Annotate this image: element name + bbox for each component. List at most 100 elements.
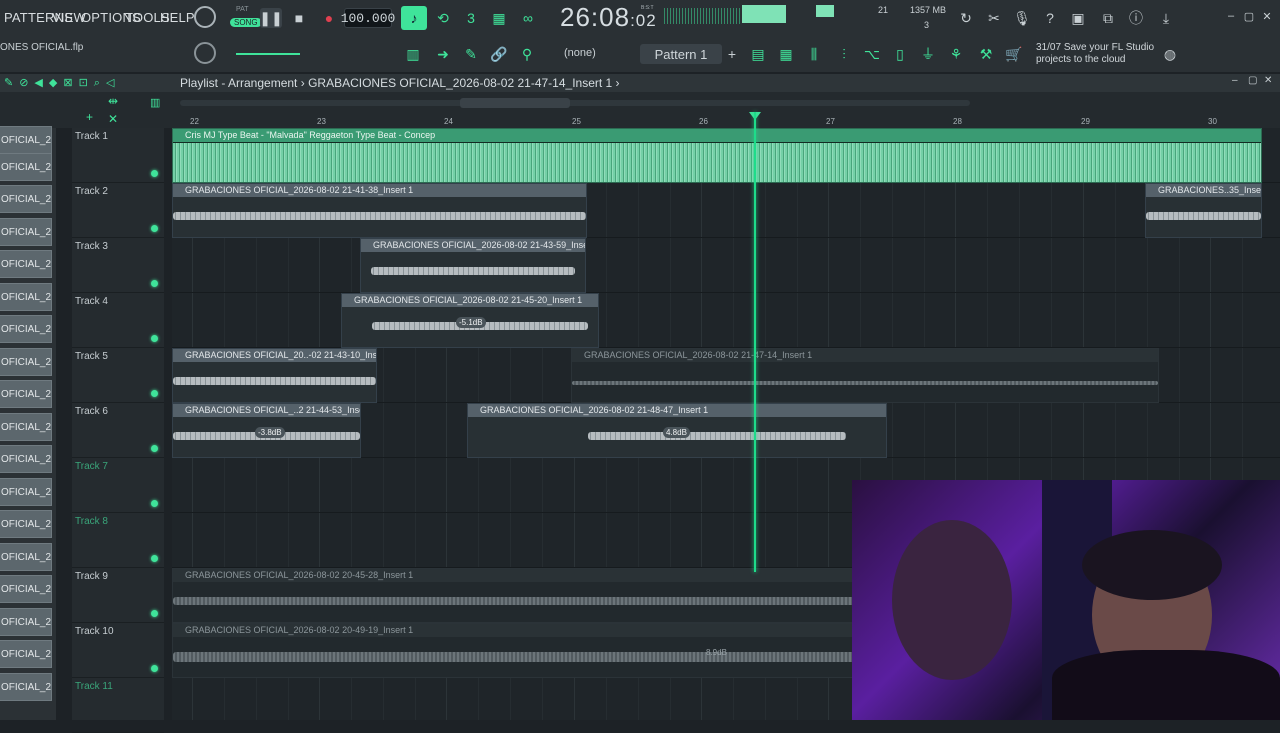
clip-gain-badge[interactable]: 8.9dB bbox=[703, 647, 730, 658]
audio-clip[interactable]: GRABACIONES OFICIAL_2026-08-02 21-48-47_… bbox=[467, 403, 887, 458]
picker-item[interactable]: OFICIAL_20.. bbox=[0, 348, 52, 376]
song-mode-toggle[interactable]: SONG bbox=[230, 18, 262, 27]
scroll-thumb[interactable] bbox=[460, 98, 570, 108]
add-pattern-button[interactable]: + bbox=[724, 44, 740, 64]
audio-clip-muted[interactable]: GRABACIONES OFICIAL_2026-08-02 21-47-14_… bbox=[571, 348, 1159, 403]
track-enable-icon[interactable] bbox=[151, 665, 158, 672]
mixer-button[interactable]: ⫼ bbox=[804, 44, 824, 64]
master-pitch-knob[interactable] bbox=[194, 42, 216, 64]
cut-button[interactable]: ✂ bbox=[984, 8, 1004, 28]
track-header[interactable]: Track 4 bbox=[72, 293, 164, 348]
metronome-button[interactable]: ♪ bbox=[401, 6, 427, 30]
pattern-selector[interactable]: Pattern 1 bbox=[640, 44, 722, 64]
arrow-tool-button[interactable]: ➜ bbox=[432, 44, 454, 64]
track-enable-icon[interactable] bbox=[151, 280, 158, 287]
clip-gain-badge[interactable]: -3.8dB bbox=[255, 427, 285, 438]
track-header[interactable]: Track 8 bbox=[72, 513, 164, 568]
stamp-button[interactable]: ⚲ bbox=[516, 44, 538, 64]
track-lane[interactable] bbox=[172, 238, 1280, 293]
plugin-picker-button[interactable]: ⏚ bbox=[918, 44, 938, 64]
picker-item[interactable]: OFICIAL_20.. bbox=[0, 608, 52, 636]
audio-clip[interactable]: GRABACIONES OFICIAL_2026-08-02 21-43-59_… bbox=[360, 238, 586, 293]
link-button[interactable]: 🔗 bbox=[488, 44, 510, 64]
countdown-button[interactable]: 3 bbox=[460, 8, 482, 28]
pat-mode-label[interactable]: PAT bbox=[236, 6, 249, 13]
audio-clip-muted[interactable]: GRABACIONES OFICIAL_2026-08-02 20-45-28_… bbox=[172, 568, 872, 623]
audio-clip[interactable]: GRABACIONES OFICIAL_20..-02 21-43-10_Ins… bbox=[172, 348, 377, 403]
undo-button[interactable]: ↻ bbox=[956, 8, 976, 28]
playlist-button[interactable]: ▤ bbox=[748, 44, 768, 64]
loop-record-button[interactable]: ∞ bbox=[516, 8, 540, 28]
close-button[interactable]: ✕ bbox=[1260, 8, 1274, 24]
maximize-button[interactable]: ▢ bbox=[1242, 8, 1256, 24]
picker-item[interactable]: OFICIAL_20.. bbox=[0, 380, 52, 408]
zoom-icon[interactable]: ⇹ bbox=[108, 94, 118, 108]
close-icon[interactable]: ✕ bbox=[108, 112, 118, 126]
menu-help[interactable]: HELP bbox=[160, 10, 195, 25]
world-button[interactable]: ◍ bbox=[1160, 44, 1180, 64]
playlist-maximize-icon[interactable]: ▢ bbox=[1248, 75, 1257, 86]
tempo-display[interactable]: 100.000 bbox=[341, 8, 395, 28]
track-header[interactable]: Track 11 bbox=[72, 678, 164, 733]
track-enable-icon[interactable] bbox=[151, 610, 158, 617]
track-header[interactable]: Track 6 bbox=[72, 403, 164, 458]
track-header[interactable]: Track 5 bbox=[72, 348, 164, 403]
picker-item[interactable]: OFICIAL_20.. bbox=[0, 510, 52, 538]
audio-clip-muted[interactable]: GRABACIONES OFICIAL_2026-08-02 20-49-19_… bbox=[172, 623, 872, 678]
picker-item[interactable]: OFICIAL_20.. bbox=[0, 640, 52, 668]
picker-item[interactable]: OFICIAL_20.. bbox=[0, 478, 52, 506]
plugin-button[interactable]: ⧉ bbox=[1098, 8, 1118, 28]
track-header[interactable]: Track 10 bbox=[72, 623, 164, 678]
picker-item[interactable]: OFICIAL_20.. bbox=[0, 283, 52, 311]
track-enable-icon[interactable] bbox=[151, 225, 158, 232]
snap-icon[interactable]: ▥ bbox=[150, 96, 160, 109]
picker-item[interactable]: OFICIAL_20.. bbox=[0, 673, 52, 701]
shop-button[interactable]: 🛒 bbox=[1004, 44, 1024, 64]
record-button[interactable]: ● bbox=[318, 8, 340, 28]
track-enable-icon[interactable] bbox=[151, 555, 158, 562]
info-button[interactable]: ⓘ bbox=[1126, 8, 1146, 28]
audio-clip-beat[interactable]: Cris MJ Type Beat - "Malvada" Reggaeton … bbox=[172, 128, 1262, 183]
save-button[interactable]: ▣ bbox=[1068, 8, 1088, 28]
add-track-icon[interactable]: + bbox=[86, 110, 93, 124]
help-button[interactable]: ? bbox=[1040, 8, 1060, 28]
stop-button[interactable]: ■ bbox=[288, 8, 310, 28]
tools-button[interactable]: ⚒ bbox=[976, 44, 996, 64]
track-enable-icon[interactable] bbox=[151, 170, 158, 177]
picker-item[interactable]: OFICIAL_20.. bbox=[0, 445, 52, 473]
picker-item[interactable]: OFICIAL_20.. bbox=[0, 250, 52, 278]
wait-input-button[interactable]: ⟲ bbox=[432, 8, 454, 28]
playlist-minimize-icon[interactable]: – bbox=[1232, 75, 1238, 86]
draw-tool-button[interactable]: ✎ bbox=[460, 44, 482, 64]
record-audio-button[interactable]: 🎙 bbox=[1012, 8, 1032, 28]
download-button[interactable]: ⤓ bbox=[1156, 8, 1176, 28]
pause-button[interactable]: ❚❚ bbox=[259, 8, 283, 28]
track-lane[interactable] bbox=[172, 293, 1280, 348]
playlist-close-icon[interactable]: ✕ bbox=[1264, 75, 1272, 86]
picker-item[interactable]: OFICIAL_20.. bbox=[0, 413, 52, 441]
master-volume-knob[interactable] bbox=[194, 6, 216, 28]
picker-item[interactable]: OFICIAL_20.. bbox=[0, 543, 52, 571]
track-header[interactable]: Track 3 bbox=[72, 238, 164, 293]
track-enable-icon[interactable] bbox=[151, 390, 158, 397]
master-volume-slider[interactable] bbox=[236, 53, 300, 55]
browser-button[interactable]: ⌥ bbox=[862, 44, 882, 64]
channel-rack-button[interactable]: ▦ bbox=[776, 44, 796, 64]
audio-clip[interactable]: GRABACIONES OFICIAL_2026-08-02 21-45-20_… bbox=[341, 293, 599, 348]
playhead[interactable] bbox=[754, 112, 756, 572]
horizontal-scrollbar[interactable] bbox=[180, 100, 970, 106]
picker-item[interactable]: OFICIAL_20.. bbox=[0, 185, 52, 213]
picker-item[interactable]: OFICIAL_20.. bbox=[0, 126, 52, 154]
track-enable-icon[interactable] bbox=[151, 500, 158, 507]
audio-clip[interactable]: GRABACIONES OFICIAL_..2 21-44-53_Insert … bbox=[172, 403, 361, 458]
wizard-button[interactable]: ⚘ bbox=[946, 44, 966, 64]
picker-item[interactable]: OFICIAL_20.. bbox=[0, 153, 52, 181]
faders-button[interactable]: ⫶ bbox=[834, 44, 854, 64]
audio-clip[interactable]: GRABACIONES OFICIAL_2026-08-02 21-41-38_… bbox=[172, 183, 587, 238]
file-button[interactable]: ▯ bbox=[890, 44, 910, 64]
picker-item[interactable]: OFICIAL_20.. bbox=[0, 315, 52, 343]
track-header[interactable]: Track 1 bbox=[72, 128, 164, 183]
piano-roll-button[interactable]: ▥ bbox=[402, 44, 424, 64]
minimize-button[interactable]: – bbox=[1224, 8, 1238, 24]
track-enable-icon[interactable] bbox=[151, 335, 158, 342]
